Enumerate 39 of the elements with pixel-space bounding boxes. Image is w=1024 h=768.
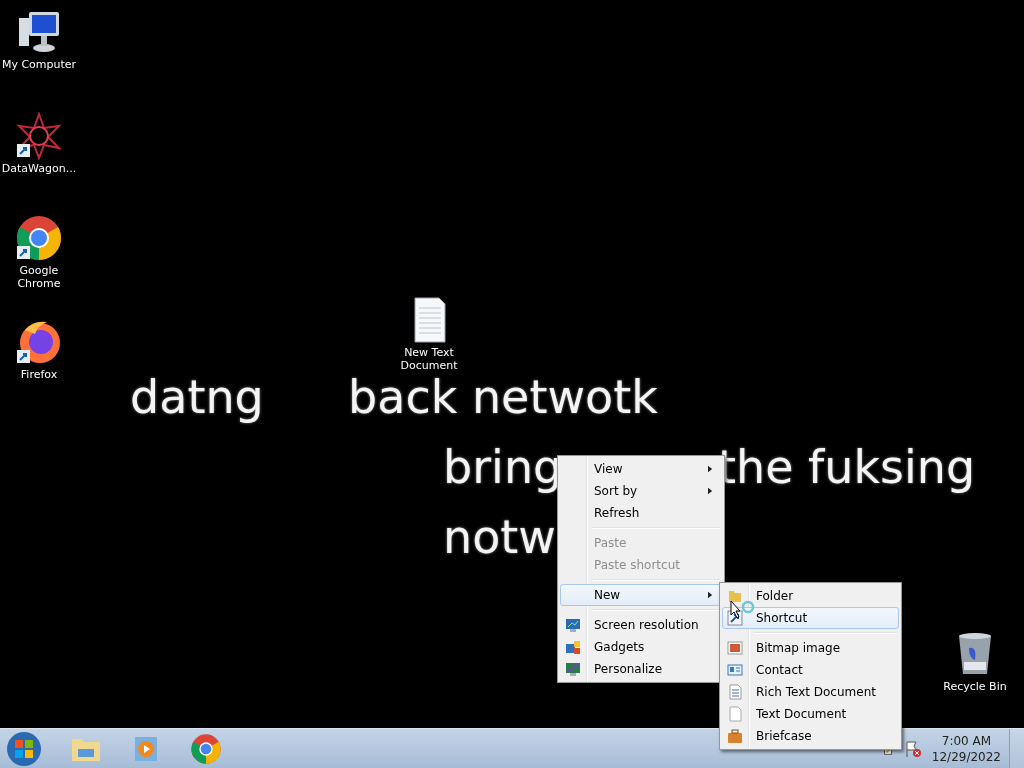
menu-item[interactable]: Sort by xyxy=(560,480,722,502)
menu-item[interactable]: Screen resolution xyxy=(560,614,722,636)
menu-item[interactable]: Bitmap image xyxy=(722,637,899,659)
menu-item[interactable]: Contact xyxy=(722,659,899,681)
menu-item[interactable]: View xyxy=(560,458,722,480)
desktop-icon-label[interactable]: New Text Document xyxy=(390,346,468,372)
clock-date: 12/29/2022 xyxy=(931,748,1001,765)
gadgets-icon xyxy=(565,639,581,655)
document-icon xyxy=(727,684,743,700)
chrome-icon[interactable] xyxy=(15,214,63,262)
contact-card-icon xyxy=(727,662,743,678)
menu-item[interactable]: Folder xyxy=(722,585,899,607)
desktop-icon-label[interactable]: DataWagon... xyxy=(1,162,77,175)
busy-cursor-icon xyxy=(730,600,756,620)
desktop-icon-label[interactable]: Recycle Bin xyxy=(943,680,1007,693)
text-file-icon xyxy=(727,706,743,722)
menu-item[interactable]: Personalize xyxy=(560,658,722,680)
desktop-icon-label[interactable]: My Computer xyxy=(1,58,77,71)
menu-item[interactable]: Shortcut xyxy=(722,607,899,629)
bitmap-icon xyxy=(727,640,743,656)
desktop-icon-label[interactable]: Google Chrome xyxy=(0,264,78,290)
start-button[interactable] xyxy=(6,730,42,767)
clock[interactable]: 7:00 AM 12/29/2022 xyxy=(931,732,1001,765)
personalize-icon xyxy=(565,661,581,677)
menu-item[interactable]: Text Document xyxy=(722,703,899,725)
desktop-icon-label[interactable]: Firefox xyxy=(20,368,58,381)
menu-item[interactable]: Briefcase xyxy=(722,725,899,747)
briefcase-icon xyxy=(727,728,743,744)
monitor-icon xyxy=(565,617,581,633)
menu-item[interactable]: Refresh xyxy=(560,502,722,524)
star-pattern-icon[interactable] xyxy=(15,112,63,160)
menu-item[interactable]: Rich Text Document xyxy=(722,681,899,703)
wallpaper-text: notw xyxy=(443,514,556,560)
wallpaper-text: back netwotk xyxy=(348,374,658,420)
menu-item[interactable]: New xyxy=(560,584,722,606)
flag-error-icon[interactable] xyxy=(903,739,922,758)
menu-item[interactable]: Gadgets xyxy=(560,636,722,658)
folder-icon xyxy=(727,588,743,604)
clock-time: 7:00 AM xyxy=(941,732,992,749)
